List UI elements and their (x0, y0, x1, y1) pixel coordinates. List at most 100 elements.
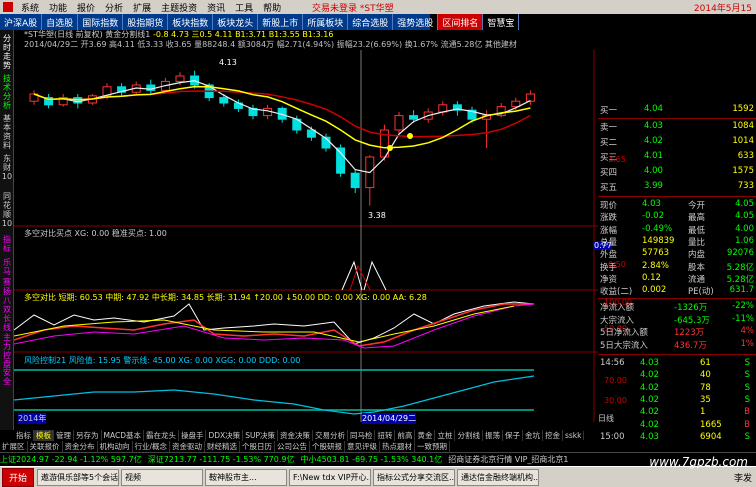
stat-value: 5.28亿 (726, 274, 754, 285)
extension-tab[interactable]: 公司公告 (275, 441, 311, 452)
extension-tab[interactable]: 关联报价 (28, 441, 63, 452)
nav-technical[interactable]: 技术分析 (1, 74, 13, 110)
extension-tab[interactable]: 扩展区 (0, 441, 28, 452)
tab-watchlist[interactable]: 自选股 (42, 14, 79, 30)
indicator-tab[interactable]: DDX决策 (206, 430, 244, 441)
indicator-tab[interactable]: 交易分析 (313, 430, 348, 441)
taskbar-item[interactable]: 遨游俱乐部等5个会话 (37, 468, 120, 486)
tick-price: 4.02 (640, 419, 659, 430)
tab-intl-index[interactable]: 国际指数 (78, 14, 124, 30)
tick-price: 4.03 (640, 431, 659, 442)
flow-pct: -22% (732, 301, 754, 311)
nav-control[interactable]: 主力控盘 (1, 333, 13, 369)
nav-saiyang[interactable]: 赛扬 (1, 278, 13, 296)
tab-new-ipo[interactable]: 新股上市 (258, 14, 304, 30)
menu-analysis[interactable]: 分析 (100, 1, 128, 14)
indicator-tab[interactable]: 黄金 (415, 430, 436, 441)
extension-tab[interactable]: 行业/概念 (133, 441, 171, 452)
tab-sector-index[interactable]: 板块指数 (168, 14, 214, 30)
x-label-cursor: 2014/04/29二 (362, 413, 417, 424)
extension-tab[interactable]: 机构动向 (98, 441, 133, 452)
taskbar-item[interactable]: 鞍神股市主... (205, 468, 288, 486)
taskbar-item[interactable]: 视频 (121, 468, 204, 486)
flow-key: 5日净流入额 (600, 328, 648, 338)
tick-vol: 1665 (700, 419, 722, 430)
panel3-title: 多空对比 短期: 60.53 中期: 47.92 中长期: 34.85 长期: … (24, 293, 427, 302)
tab-range-rank[interactable]: 区间排名 (438, 14, 484, 30)
indicator-tab[interactable]: SUP决策 (243, 430, 278, 441)
indicator-tab[interactable]: 挖金 (543, 430, 563, 441)
start-button[interactable]: 开始 (2, 467, 35, 487)
stat-key: 股本 (688, 262, 706, 273)
candle-body (336, 147, 346, 174)
indicator-tab[interactable]: 金坑 (523, 430, 543, 441)
nav-intraday[interactable]: 分时走势 (1, 34, 13, 70)
indicator-tab[interactable]: 立桩 (435, 430, 456, 441)
nav-indicator[interactable]: 指标 (1, 235, 13, 253)
indicator-tab[interactable]: 同马检 (348, 430, 376, 441)
stat-row: 收益(二) 0.002 PE(动) 631.7 (600, 285, 754, 297)
extension-tab[interactable]: 资金驱动 (170, 441, 206, 452)
nav-10jqka[interactable]: 同花顺10 (1, 192, 13, 228)
tab-smart[interactable]: 智慧宝 (483, 14, 520, 30)
indicator-tab[interactable]: 管理 (54, 430, 74, 441)
indicator-tab[interactable]: 模板 (34, 430, 54, 441)
indicator-tab[interactable]: 扭转 (375, 430, 396, 441)
status-sz: 深证7213.77 -111.75 -1.53% 770.9亿 (147, 455, 295, 464)
indicator-tab[interactable]: 霸在龙头 (144, 430, 179, 441)
indicator-tab[interactable]: 分割线 (455, 430, 483, 441)
extension-tab[interactable]: 一致预期 (415, 441, 451, 452)
taskbar-item[interactable]: 指标公式分享交流区... (373, 468, 456, 486)
extension-tab[interactable]: 个股日历 (240, 441, 276, 452)
menu-extend[interactable]: 扩展 (128, 1, 156, 14)
menu-news[interactable]: 资讯 (202, 1, 230, 14)
nav-bashuang[interactable]: 八双 (1, 296, 13, 314)
tab-shsz-a[interactable]: 沪深A股 (0, 14, 43, 30)
indicator-tab[interactable]: 另存为 (74, 430, 102, 441)
menu-tools[interactable]: 工具 (230, 1, 258, 14)
chart-area[interactable]: *ST华塑(日线 前复权) 黄金分割线1 -0.8 4.73 三0.5 4.11… (13, 30, 632, 424)
nav-lema[interactable]: 乐马 (1, 258, 13, 276)
price-low-label: 3.38 (368, 211, 386, 220)
indicator-tab[interactable]: 指标 (14, 430, 34, 441)
indicator-tab[interactable]: MACD基本 (102, 430, 144, 441)
stat-row: 涨幅 -0.49% 最低 4.00 (600, 224, 754, 236)
extension-tab[interactable]: 资金分布 (63, 441, 98, 452)
extension-tab[interactable]: 意见评级 (345, 441, 381, 452)
tick-vol: 35 (700, 394, 711, 405)
indicator-tab[interactable]: 操盘手 (179, 430, 207, 441)
candle-body (394, 115, 404, 131)
tab-strong-screen[interactable]: 强势选股 (393, 14, 439, 30)
tick-price: 4.02 (640, 407, 659, 418)
panel4-title: 风险控制21 风险值: 15.95 警示线: 45.00 XG: 0.00 XG… (24, 356, 301, 365)
menu-quote[interactable]: 报价 (72, 1, 100, 14)
menu-system[interactable]: 系统 (16, 1, 44, 14)
tab-futures[interactable]: 股指期货 (123, 14, 169, 30)
menu-theme[interactable]: 主题投资 (156, 1, 202, 14)
menu-date: 2014年5月15 (693, 4, 752, 14)
tab-sector-leader[interactable]: 板块龙头 (213, 14, 259, 30)
taskbar-item[interactable]: 通达信金融终端机构... (457, 468, 540, 486)
indicator-tab[interactable]: 前高 (395, 430, 416, 441)
buy-marker (387, 145, 393, 151)
nav-profile[interactable]: 基本资料 (1, 114, 13, 150)
order-book-row: 买二 4.02 1014 (600, 136, 754, 148)
stat-value: -0.02 (642, 211, 664, 222)
nav-eastmoney[interactable]: 东财10 (1, 154, 13, 181)
tab-belong-sector[interactable]: 所属板块 (303, 14, 349, 30)
tray-user[interactable]: 李发 (730, 471, 756, 484)
nav-safety[interactable]: 安全 (1, 368, 13, 386)
menu-help[interactable]: 帮助 (258, 1, 286, 14)
extension-tab[interactable]: 财经精选 (205, 441, 241, 452)
extension-tab[interactable]: 热点题材 (380, 441, 416, 452)
fund-flow-row: 5日净流入额 1223万 4% (600, 326, 754, 338)
tab-stock-screen[interactable]: 综合选股 (348, 14, 394, 30)
indicator-tab[interactable]: 保子 (503, 430, 523, 441)
indicator-tab[interactable]: 振荡 (483, 430, 503, 441)
taskbar-item[interactable]: F:\New tdx VIP开心... (289, 468, 372, 486)
menu-function[interactable]: 功能 (44, 1, 72, 14)
indicator-tab[interactable]: sskk (563, 431, 585, 440)
nav-longline[interactable]: 长线 (1, 314, 13, 332)
indicator-tab[interactable]: 资金决策 (278, 430, 313, 441)
extension-tab[interactable]: 个股研报 (310, 441, 346, 452)
